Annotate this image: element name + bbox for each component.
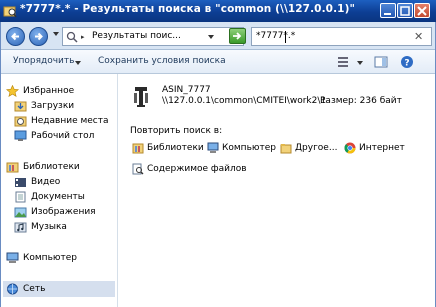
- arrow-left-icon: [11, 32, 19, 41]
- close-button[interactable]: [414, 3, 430, 18]
- search-again-file-contents[interactable]: Содержимое файлов: [132, 163, 247, 175]
- search-again-heading: Повторить поиск в:: [130, 126, 223, 136]
- search-location-label: Другое...: [295, 143, 338, 153]
- sidebar-item-label: Сеть: [23, 284, 46, 294]
- history-dropdown-icon[interactable]: [53, 32, 59, 36]
- address-bar[interactable]: ▸ Результаты поис...: [62, 27, 244, 46]
- sidebar-item-desktop[interactable]: Рабочий стол: [14, 129, 94, 143]
- search-results-pane: ASIN_7777 \\127.0.0.1\common\CMITEI\work…: [118, 74, 436, 307]
- search-again-other[interactable]: Другое...: [280, 142, 337, 154]
- search-again-computer[interactable]: Компьютер: [207, 142, 276, 154]
- sidebar-item-label: Рабочий стол: [31, 131, 95, 141]
- svg-text:?: ?: [404, 59, 409, 69]
- sidebar-item-recent[interactable]: Недавние места: [14, 114, 109, 128]
- title-bar: *7777*.* - Результаты поиска в "common (…: [0, 0, 436, 22]
- sidebar-item-label: Библиотеки: [23, 162, 80, 172]
- sidebar-item-label: Компьютер: [23, 253, 77, 263]
- search-location-label: Библиотеки: [147, 143, 204, 153]
- views-dropdown-icon[interactable]: [357, 61, 363, 65]
- navigation-bar: ▸ Результаты поис... *7777*.* ✕: [0, 22, 436, 50]
- sidebar-item-label: Избранное: [23, 86, 75, 96]
- search-input[interactable]: *7777*.* ✕: [251, 27, 432, 46]
- music-icon: [14, 222, 27, 233]
- images-icon: [14, 207, 27, 218]
- sidebar-item-label: Недавние места: [31, 116, 109, 126]
- search-location-label: Компьютер: [222, 143, 276, 153]
- computer-icon: [207, 142, 219, 153]
- downloads-folder-icon: [14, 101, 27, 112]
- forward-button[interactable]: [29, 27, 48, 46]
- desktop-icon: [14, 130, 27, 141]
- search-location-label: Содержимое файлов: [147, 164, 247, 174]
- star-icon: [6, 85, 19, 97]
- documents-icon: [15, 191, 26, 203]
- arrow-right-icon: [35, 32, 43, 41]
- search-icon: [66, 31, 78, 43]
- sidebar-item-documents[interactable]: Документы: [14, 190, 85, 204]
- organize-menu[interactable]: Упорядочить: [13, 56, 74, 66]
- network-icon: [7, 283, 18, 295]
- maximize-icon: [400, 6, 410, 16]
- views-icon[interactable]: [336, 55, 350, 69]
- computer-icon: [6, 252, 19, 263]
- maximize-button[interactable]: [397, 3, 413, 18]
- sidebar-item-label: Видео: [31, 177, 61, 187]
- breadcrumb[interactable]: Результаты поис...: [92, 31, 181, 41]
- sidebar-item-label: Музыка: [31, 222, 67, 232]
- chrome-icon: [344, 142, 356, 154]
- minimize-icon: [384, 13, 391, 15]
- sidebar-item-label: Изображения: [31, 207, 96, 217]
- folder-search-icon: [3, 6, 17, 18]
- sidebar-item-computer[interactable]: Компьютер: [6, 251, 77, 265]
- command-bar: Упорядочить Сохранить условия поиска ?: [0, 50, 436, 74]
- libraries-icon: [132, 143, 144, 154]
- sidebar-item-video[interactable]: Видео: [14, 175, 60, 189]
- navigation-pane: Избранное Загрузки Недавние места Рабочи…: [0, 74, 118, 307]
- sidebar-item-images[interactable]: Изображения: [14, 205, 96, 219]
- save-search-button[interactable]: Сохранить условия поиска: [98, 56, 226, 66]
- close-icon: [417, 6, 427, 16]
- file-contents-search-icon: [132, 163, 144, 175]
- clear-search-icon[interactable]: ✕: [414, 30, 423, 43]
- result-file-name: ASIN_7777: [162, 85, 211, 95]
- back-button[interactable]: [6, 27, 25, 46]
- video-icon: [15, 178, 26, 187]
- search-again-internet[interactable]: Интернет: [344, 142, 405, 154]
- sidebar-item-favorites[interactable]: Избранное: [6, 84, 74, 98]
- window-title: *7777*.* - Результаты поиска в "common (…: [20, 3, 356, 15]
- sidebar-item-label: Документы: [31, 192, 85, 202]
- result-file-size: Размер: 236 байт: [320, 96, 402, 106]
- folder-icon: [280, 144, 292, 154]
- text-caret: [285, 31, 286, 43]
- search-value: *7777*.*: [256, 31, 296, 41]
- help-icon[interactable]: ?: [400, 55, 414, 69]
- minimize-button[interactable]: [380, 3, 396, 18]
- search-location-label: Интернет: [359, 143, 405, 153]
- sidebar-item-network[interactable]: Сеть: [3, 281, 115, 297]
- search-again-libraries[interactable]: Библиотеки: [132, 142, 204, 154]
- file-icon: [134, 87, 148, 107]
- sidebar-item-downloads[interactable]: Загрузки: [14, 99, 74, 113]
- libraries-icon: [6, 162, 19, 173]
- organize-dropdown-icon[interactable]: [75, 61, 81, 65]
- recent-places-icon: [14, 116, 27, 127]
- breadcrumb-arrow-icon[interactable]: ▸: [81, 33, 85, 41]
- window-border-left: [0, 22, 1, 307]
- refresh-button[interactable]: [229, 28, 246, 44]
- result-file-path: \\127.0.0.1\common\CMITEI\work2\1: [162, 96, 327, 106]
- sidebar-item-libraries[interactable]: Библиотеки: [6, 160, 80, 174]
- sidebar-item-music[interactable]: Музыка: [14, 220, 67, 234]
- preview-pane-icon[interactable]: [374, 55, 388, 69]
- sidebar-item-label: Загрузки: [31, 101, 75, 111]
- address-dropdown-icon[interactable]: [208, 35, 214, 39]
- refresh-icon: [233, 32, 242, 40]
